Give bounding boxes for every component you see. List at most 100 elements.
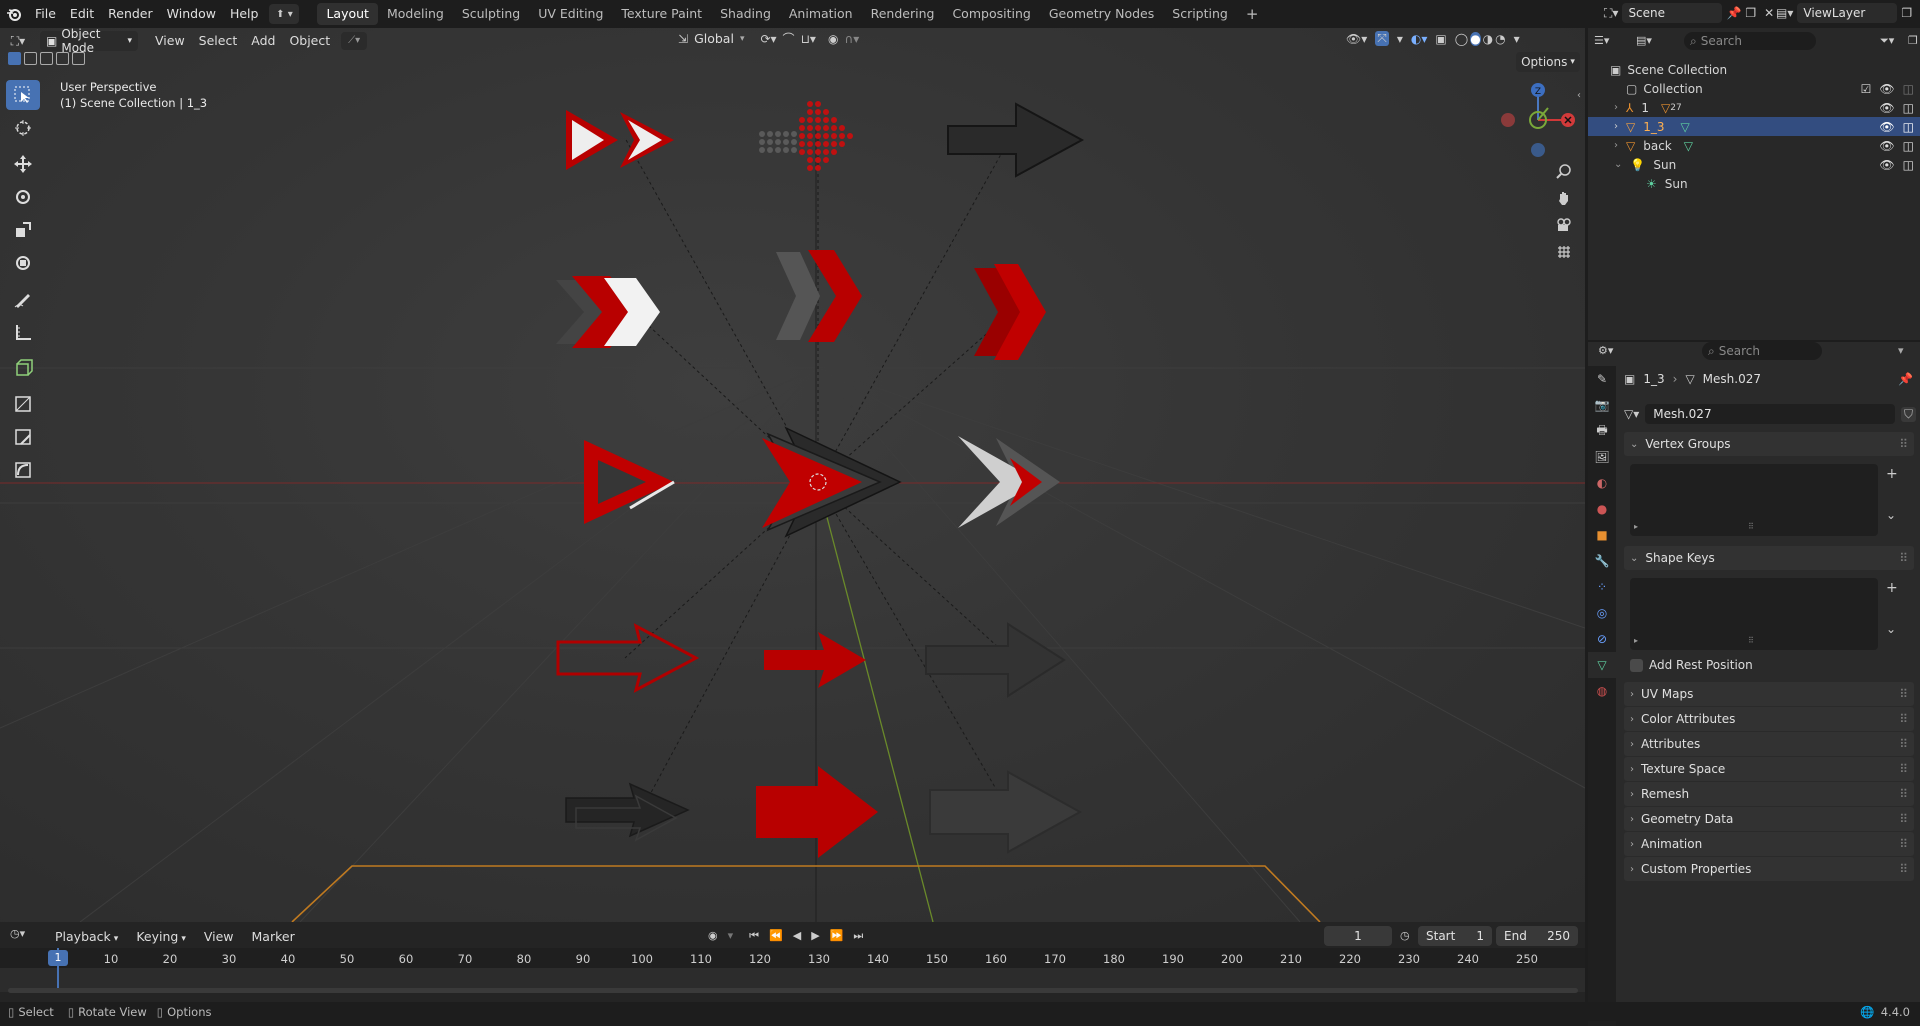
fake-user-icon[interactable]: ⛉	[1900, 406, 1916, 422]
shape-keys-list[interactable]: ▸ ⠿	[1630, 578, 1878, 650]
arrow-model-dark-solid[interactable]	[925, 622, 1066, 698]
select-invert-icon[interactable]	[56, 52, 69, 65]
panel-texture-space[interactable]: › Texture Space ⠿	[1624, 757, 1914, 781]
tab-texture-paint[interactable]: Texture Paint	[612, 3, 711, 25]
visibility-eye-icon[interactable]: 👁	[1879, 158, 1894, 172]
arrow-model-selected-center[interactable]	[762, 426, 902, 538]
select-intersect-icon[interactable]	[72, 52, 85, 65]
keying-dropdown-icon[interactable]: ▾	[728, 929, 734, 943]
add-vertex-group-button[interactable]: +	[1886, 466, 1898, 482]
drag-handle-icon[interactable]: ⠿	[1899, 787, 1908, 801]
arrow-model-double-play[interactable]	[566, 110, 674, 170]
pivot-point-icon[interactable]: ⟳▾	[760, 32, 776, 46]
play-icon[interactable]: ▶	[811, 929, 819, 943]
solid-shading-icon[interactable]: ●	[1470, 31, 1481, 46]
tab-compositing[interactable]: Compositing	[943, 3, 1039, 25]
arrow-model-star-arrow[interactable]	[958, 436, 1060, 528]
tab-sculpting[interactable]: Sculpting	[453, 3, 529, 25]
navigation-gizmo[interactable]: Z	[1496, 78, 1576, 158]
visibility-eye-icon[interactable]: 👁	[1879, 82, 1894, 96]
wireframe-shading-icon[interactable]: ◯	[1455, 32, 1468, 46]
material-shading-icon[interactable]: ◑	[1483, 32, 1493, 46]
drag-handle-icon[interactable]: ⠿	[1899, 812, 1908, 826]
outliner-editor-icon[interactable]: ☰▾	[1594, 34, 1609, 47]
object-tab-icon[interactable]: ■	[1588, 522, 1616, 548]
panel-color-attributes[interactable]: › Color Attributes ⠿	[1624, 707, 1914, 731]
outliner-item-1-3[interactable]: › ▽ 1_3 ▽ 👁 ◫	[1588, 117, 1920, 136]
drag-handle-icon[interactable]: ⠿	[1899, 687, 1908, 701]
select-new-icon[interactable]	[8, 52, 21, 65]
physics-tab-icon[interactable]: ◎	[1588, 600, 1616, 626]
add-plane-icon[interactable]	[6, 389, 40, 419]
panel-attributes[interactable]: › Attributes ⠿	[1624, 732, 1914, 756]
transform-icon[interactable]	[6, 248, 40, 278]
outliner-sun-data[interactable]: ☀ Sun	[1588, 174, 1920, 193]
drag-handle-icon[interactable]: ⠿	[1899, 762, 1908, 776]
render-tab-icon[interactable]: 📷	[1588, 392, 1616, 418]
ortho-grid-icon[interactable]	[1551, 239, 1577, 265]
visibility-icon[interactable]: 👁▾	[1346, 32, 1367, 46]
menu-help[interactable]: Help	[223, 3, 266, 25]
camera-view-icon[interactable]	[1551, 212, 1577, 238]
particles-tab-icon[interactable]: ⁘	[1588, 574, 1616, 600]
arrow-model-play-outline[interactable]	[584, 440, 675, 524]
sidebar-toggle-icon[interactable]: ‹	[1577, 90, 1581, 101]
panel-animation[interactable]: › Animation ⠿	[1624, 832, 1914, 856]
panel-uv-maps[interactable]: › UV Maps ⠿	[1624, 682, 1914, 706]
new-collection-icon[interactable]: ❐	[1908, 34, 1918, 47]
3d-viewport[interactable]: User Perspective (1) Scene Collection | …	[0, 28, 1585, 922]
overlay-toggle-icon[interactable]: ◐▾	[1411, 32, 1428, 46]
menu-window[interactable]: Window	[160, 3, 223, 25]
scale-icon[interactable]	[6, 215, 40, 245]
view-layer-tab-icon[interactable]: 🖼	[1588, 444, 1616, 470]
add-cube-icon[interactable]	[6, 353, 40, 383]
arrow-model-red-double-chevron[interactable]	[974, 264, 1046, 360]
properties-editor-icon[interactable]: ⚙▾	[1598, 344, 1613, 357]
mesh-browse-icon[interactable]: ▽▾	[1624, 407, 1639, 421]
view-layer-selector[interactable]: ViewLayer	[1797, 3, 1898, 23]
preview-range-icon[interactable]: ◷	[1400, 929, 1410, 942]
tab-layout[interactable]: Layout	[317, 3, 378, 25]
jump-end-icon[interactable]: ⏭	[853, 929, 863, 943]
transform-pivot-icon[interactable]: ⟋▾	[341, 32, 368, 50]
pin-icon[interactable]: 📌	[1898, 372, 1913, 386]
menu-object[interactable]: Object	[282, 30, 337, 52]
render-camera-icon[interactable]: ◫	[1903, 82, 1914, 96]
drag-handle-icon[interactable]: ⠿	[1899, 551, 1908, 565]
arrow-model-outline-red[interactable]	[556, 623, 700, 693]
render-camera-icon[interactable]: ◫	[1903, 158, 1914, 172]
orientation-selector[interactable]: Global	[694, 31, 734, 46]
view-layer-icon[interactable]: ▤▾	[1776, 6, 1793, 20]
outliner-item-1[interactable]: › ⅄ 1 ▽ 27 👁 ◫	[1588, 98, 1920, 117]
falloff-icon[interactable]: ∩▾	[844, 32, 859, 46]
drag-handle-icon[interactable]: ⠿	[1899, 837, 1908, 851]
drag-handle-icon[interactable]: ⠿	[1899, 437, 1908, 451]
material-tab-icon[interactable]: ◍	[1588, 678, 1616, 704]
drag-handle-icon[interactable]: ⠿	[1899, 737, 1908, 751]
rendered-shading-icon[interactable]: ◔	[1495, 32, 1505, 46]
list-filter-icon[interactable]: ▸	[1634, 522, 1638, 531]
arrow-model-dotted[interactable]	[759, 101, 853, 171]
zoom-icon[interactable]	[1551, 158, 1577, 184]
add-shape-key-button[interactable]: +	[1886, 580, 1898, 596]
tab-animation[interactable]: Animation	[780, 3, 862, 25]
mesh-name-field[interactable]: Mesh.027	[1645, 404, 1895, 424]
current-frame-field[interactable]: 1	[1324, 926, 1392, 946]
expand-chevron-icon[interactable]: ›	[1614, 121, 1618, 132]
blender-logo-icon[interactable]	[0, 3, 28, 25]
properties-search-field[interactable]: ⌕ Search	[1702, 342, 1822, 360]
properties-options-icon[interactable]: ▾	[1898, 344, 1904, 357]
arrow-model-solid-red-small[interactable]	[764, 632, 866, 688]
snap-icon[interactable]: ⌒	[783, 30, 795, 47]
cursor-icon[interactable]	[6, 113, 40, 143]
snap-target-icon[interactable]: ⊔▾	[801, 32, 816, 46]
exclude-checkbox[interactable]: ☑	[1861, 82, 1872, 96]
menu-add[interactable]: Add	[244, 30, 282, 52]
start-frame-field[interactable]: Start 1	[1418, 926, 1492, 946]
filter-icon[interactable]: ⏷▾	[1880, 34, 1894, 48]
panel-vertex-groups[interactable]: ⌄ Vertex Groups ⠿	[1624, 432, 1914, 456]
options-dropdown[interactable]: Options ▾	[1516, 52, 1580, 72]
upload-dropdown-icon[interactable]: ⬆ ▾	[269, 4, 300, 24]
arrow-model-triple-chevron[interactable]	[556, 276, 660, 348]
shape-key-menu-icon[interactable]: ⌄	[1886, 622, 1896, 636]
